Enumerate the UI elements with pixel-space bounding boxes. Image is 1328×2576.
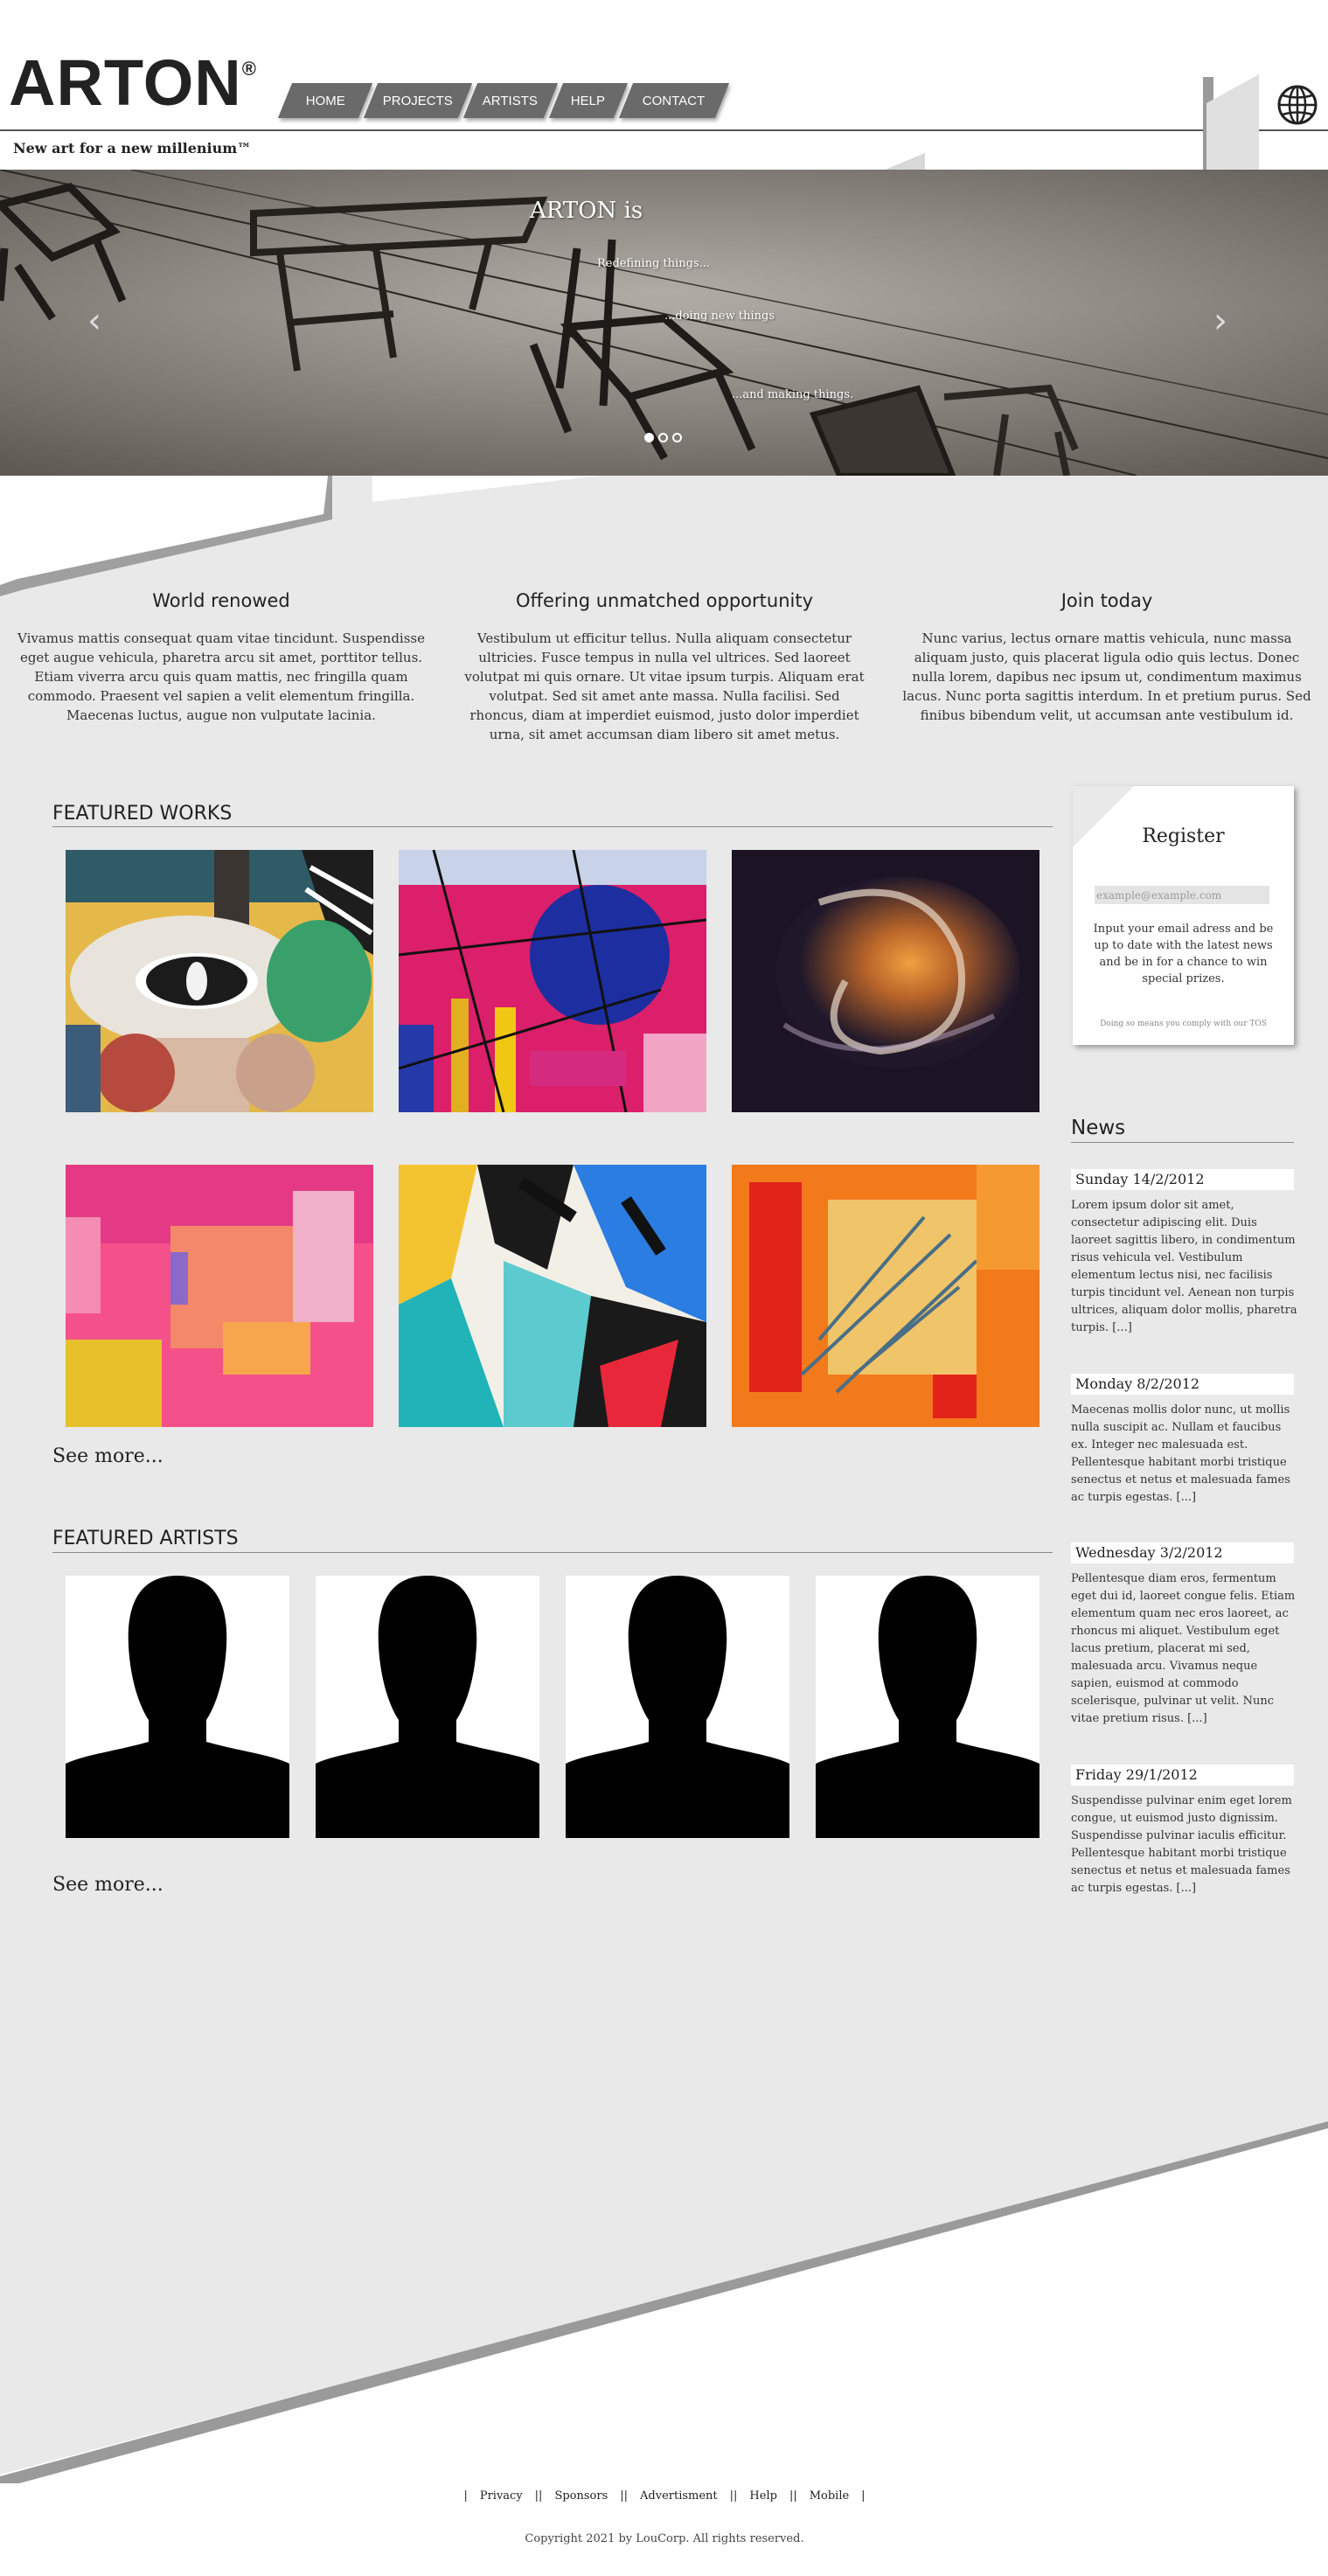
carousel-prev-icon[interactable]: ‹ — [87, 301, 101, 341]
featured-artists-title: FEATURED ARTISTS — [52, 1528, 239, 1549]
intro-title-1: World renowed — [152, 590, 290, 611]
footer-separator: || — [620, 2489, 629, 2503]
tagline: New art for a new millenium™ — [13, 140, 252, 157]
carousel-indicators — [644, 433, 682, 442]
header-divider — [0, 129, 1328, 131]
carousel-caption-2: ...doing new things — [664, 310, 775, 323]
nav-help-label: HELP — [571, 93, 606, 108]
register-title: Register — [1142, 825, 1225, 847]
person-silhouette-icon — [66, 1576, 289, 1838]
nav-home-label: HOME — [305, 93, 345, 108]
featured-works-see-more-link[interactable]: See more... — [52, 1445, 163, 1467]
main-nav: HOME PROJECTS ARTISTS HELP CONTACT — [277, 83, 730, 118]
copyright: Copyright 2021 by LouCorp. All rights re… — [525, 2532, 804, 2545]
footer-separator: | — [861, 2489, 866, 2503]
news-date-1: Sunday 14/2/2012 — [1071, 1169, 1294, 1190]
intro-text-2: Vestibulum ut efficitur tellus. Nulla al… — [464, 630, 865, 742]
carousel-dot-3[interactable] — [672, 433, 682, 442]
artwork-1[interactable] — [66, 850, 373, 1112]
artwork-4[interactable] — [66, 1165, 373, 1427]
footer-separator: || — [729, 2489, 738, 2503]
footer-link-advertisment[interactable]: Advertisment — [640, 2489, 718, 2503]
footer-links: | Privacy || Sponsors || Advertisment ||… — [437, 2489, 892, 2503]
news-date-4: Friday 29/1/2012 — [1071, 1765, 1294, 1786]
hero-carousel: ARTON is Redefining things... ...doing n… — [0, 170, 1328, 476]
logo[interactable]: ARTON® — [9, 51, 257, 115]
intro-title-2: Offering unmatched opportunity — [516, 590, 813, 611]
carousel-caption-3: ...and making things. — [732, 388, 854, 401]
carousel-dot-2[interactable] — [658, 433, 668, 442]
featured-artists-see-more-link[interactable]: See more... — [52, 1874, 163, 1896]
carousel-dot-1[interactable] — [644, 433, 654, 442]
news-date-3: Wednesday 3/2/2012 — [1071, 1542, 1294, 1563]
footer-separator: || — [534, 2489, 543, 2503]
artwork-2[interactable] — [399, 850, 706, 1112]
artist-avatar-4[interactable] — [816, 1576, 1039, 1838]
nav-projects-label: PROJECTS — [382, 93, 453, 108]
nav-help[interactable]: HELP — [548, 83, 629, 118]
logo-registered-mark: ® — [241, 58, 257, 80]
nav-home[interactable]: HOME — [277, 83, 373, 118]
register-email-input[interactable] — [1095, 886, 1269, 904]
nav-artists-label: ARTISTS — [483, 93, 539, 108]
news-date-2: Monday 8/2/2012 — [1071, 1374, 1294, 1395]
logo-text: ARTON — [9, 46, 242, 119]
footer-separator: | — [463, 2489, 468, 2503]
artist-avatar-2[interactable] — [316, 1576, 539, 1838]
carousel-next-icon[interactable]: › — [1213, 301, 1227, 341]
news-text-3: Pellentesque diam eros, fermentum eget d… — [1071, 1572, 1296, 1725]
carousel-title: ARTON is — [530, 198, 643, 224]
intro-text-1: Vivamus mattis consequat quam vitae tinc… — [17, 630, 425, 723]
artwork-5[interactable] — [399, 1165, 706, 1427]
nav-projects[interactable]: PROJECTS — [363, 83, 473, 118]
featured-artists-rule — [52, 1552, 1053, 1553]
artist-avatar-3[interactable] — [566, 1576, 789, 1838]
news-text-4: Suspendisse pulvinar enim eget lorem con… — [1071, 1794, 1292, 1895]
featured-works-title: FEATURED WORKS — [52, 803, 233, 825]
nav-artists[interactable]: ARTISTS — [462, 83, 559, 118]
carousel-caption-1: Redefining things... — [597, 257, 711, 270]
artwork-3[interactable] — [732, 850, 1039, 1112]
footer-link-privacy[interactable]: Privacy — [480, 2489, 523, 2503]
register-tos-note: Doing so means you comply with our TOS — [1100, 1020, 1267, 1028]
globe-icon[interactable] — [1276, 84, 1318, 126]
nav-contact-label: CONTACT — [643, 93, 706, 108]
footer-link-mobile[interactable]: Mobile — [810, 2489, 849, 2503]
news-text-1: Lorem ipsum dolor sit amet, consectetur … — [1071, 1199, 1297, 1334]
news-rule — [1071, 1142, 1294, 1143]
news-text-2: Maecenas mollis dolor nunc, ut mollis nu… — [1071, 1403, 1290, 1504]
artwork-6[interactable] — [732, 1165, 1039, 1427]
intro-title-3: Join today — [1060, 590, 1153, 611]
register-description: Input your email adress and be up to dat… — [1093, 922, 1274, 985]
carousel-chairs-image — [0, 170, 1328, 476]
footer-separator: || — [789, 2489, 797, 2503]
person-silhouette-icon — [816, 1576, 1039, 1838]
person-silhouette-icon — [566, 1576, 789, 1838]
news-title: News — [1071, 1117, 1126, 1139]
featured-works-rule — [52, 826, 1053, 827]
footer-link-help[interactable]: Help — [749, 2489, 777, 2503]
nav-contact[interactable]: CONTACT — [618, 83, 730, 118]
person-silhouette-icon — [316, 1576, 539, 1838]
footer-link-sponsors[interactable]: Sponsors — [554, 2489, 608, 2503]
intro-text-3: Nunc varius, lectus ornare mattis vehicu… — [902, 630, 1311, 723]
artist-avatar-1[interactable] — [66, 1576, 289, 1838]
